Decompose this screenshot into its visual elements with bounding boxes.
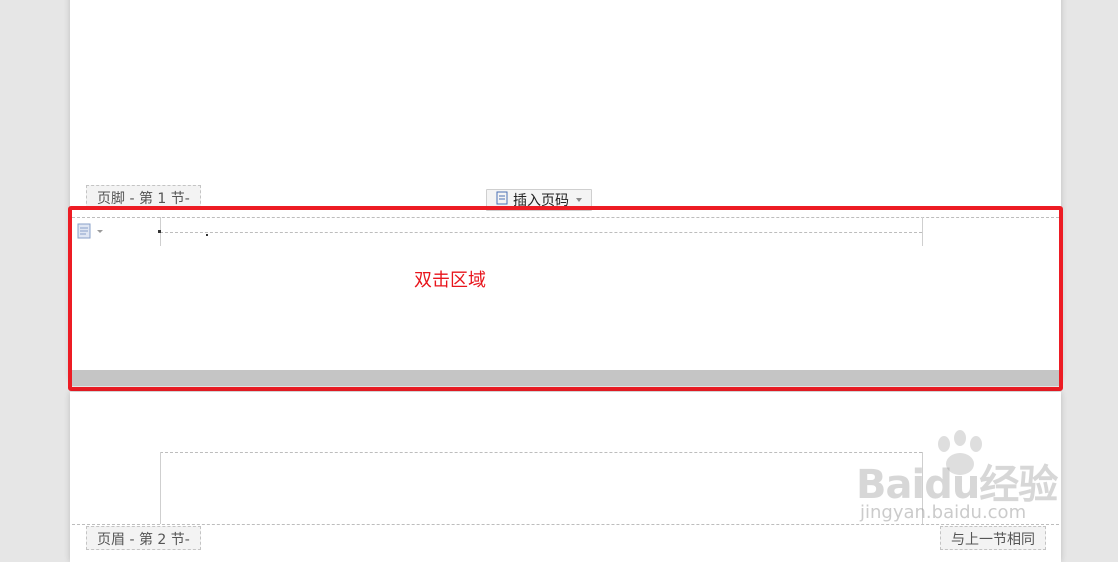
margin-guide-right-2 [922, 452, 923, 524]
same-as-previous-label: 与上一节相同 [951, 532, 1035, 548]
header-section-label: 页眉 - 第 2 节- [97, 532, 190, 548]
margin-guide-left-2 [160, 452, 161, 524]
chevron-down-icon [576, 198, 582, 202]
same-as-previous-tab[interactable]: 与上一节相同 [940, 526, 1046, 550]
header-text-guide [160, 452, 922, 453]
highlight-box [68, 206, 1063, 391]
footer-section-label: 页脚 - 第 1 节- [97, 191, 190, 207]
callout-text: 双击区域 [414, 270, 486, 291]
header-section-tab: 页眉 - 第 2 节- [86, 526, 201, 550]
page-2 [70, 392, 1061, 562]
header-bottom-boundary [72, 524, 1059, 525]
